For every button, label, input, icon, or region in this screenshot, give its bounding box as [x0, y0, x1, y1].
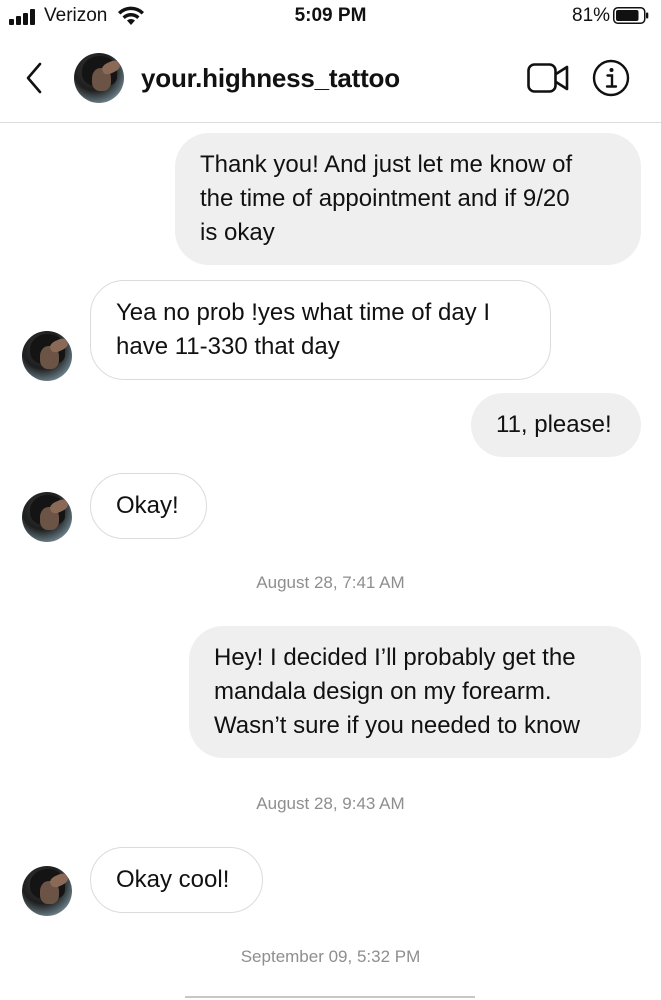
message-line: Wasn’t sure if you needed to know	[214, 712, 580, 739]
message-line: 11, please!	[496, 411, 612, 438]
incoming-message-bubble[interactable]: Yea no prob !yes what time of day I have…	[90, 280, 551, 380]
status-time: 5:09 PM	[294, 5, 367, 26]
video-call-icon[interactable]	[527, 63, 569, 93]
header-avatar[interactable]	[74, 53, 124, 103]
status-bar: Verizon 5:09 PM 81%	[0, 0, 661, 34]
outgoing-message-bubble[interactable]: 11, please!	[471, 393, 641, 457]
outgoing-message-bubble[interactable]: Thank you! And just let me know of the t…	[175, 133, 641, 265]
sender-avatar[interactable]	[22, 866, 72, 916]
battery-percent: 81%	[572, 5, 611, 26]
info-icon[interactable]	[592, 59, 630, 97]
message-line: the time of appointment and if 9/20	[200, 185, 570, 212]
message-line: Yea no prob !yes what time of day I	[116, 299, 491, 326]
message-timestamp: August 28, 9:43 AM	[256, 794, 405, 813]
message-line: Hey! I decided I’ll probably get the	[214, 644, 576, 671]
message-line: Okay cool!	[116, 866, 230, 893]
divider	[185, 996, 475, 998]
chat-username[interactable]: your.highness_tattoo	[141, 63, 400, 94]
message-line: is okay	[200, 219, 275, 246]
message-line: Okay!	[116, 492, 179, 519]
sender-avatar[interactable]	[22, 492, 72, 542]
battery-icon	[613, 7, 649, 24]
incoming-message-bubble[interactable]: Okay cool!	[90, 847, 263, 913]
message-timestamp: August 28, 7:41 AM	[256, 573, 405, 592]
message-line: have 11-330 that day	[116, 333, 340, 360]
message-line: mandala design on my forearm.	[214, 678, 552, 705]
message-line: Thank you! And just let me know of	[200, 151, 573, 178]
chat-header: your.highness_tattoo	[0, 34, 661, 123]
back-chevron-icon[interactable]	[22, 60, 50, 96]
incoming-message-bubble[interactable]: Okay!	[90, 473, 207, 539]
outgoing-message-bubble[interactable]: Hey! I decided I’ll probably get the man…	[189, 626, 641, 758]
message-timestamp: September 09, 5:32 PM	[240, 947, 421, 966]
sender-avatar[interactable]	[22, 331, 72, 381]
